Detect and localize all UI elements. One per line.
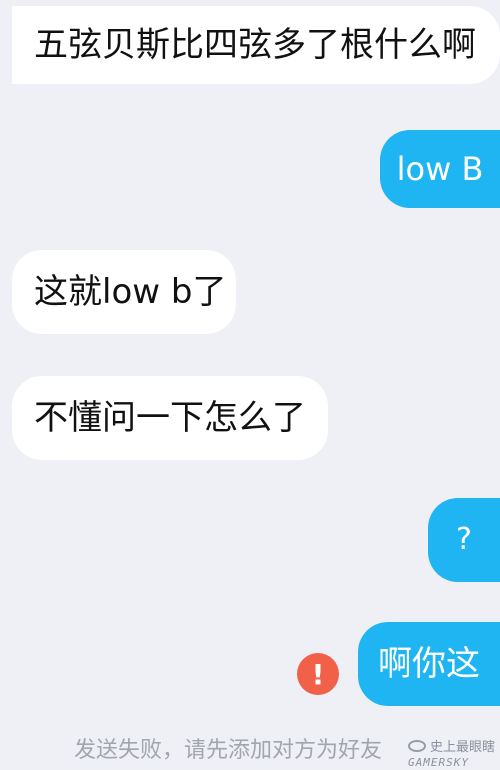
message-outgoing[interactable]: low B [380, 130, 500, 208]
wechat-logo-icon [408, 739, 426, 752]
message-outgoing[interactable]: ? [428, 498, 500, 582]
message-text: ? [456, 522, 472, 557]
watermark-line2: GAMERSKY [408, 756, 469, 769]
watermark: 史上最眼瞎 GAMERSKY [408, 736, 495, 769]
message-text: 不懂问一下怎么了 [34, 398, 306, 438]
message-text: low B [396, 150, 484, 188]
message-text: 啊你这 [378, 644, 480, 684]
message-incoming[interactable]: 不懂问一下怎么了 [12, 376, 328, 460]
watermark-line1: 史上最眼瞎 [430, 740, 496, 755]
message-incoming[interactable]: 五弦贝斯比四弦多了根什么啊 [12, 6, 500, 84]
message-text: 这就low b了 [34, 272, 227, 312]
message-text: 五弦贝斯比四弦多了根什么啊 [34, 25, 476, 65]
message-outgoing-failed[interactable]: 啊你这 [358, 622, 500, 706]
send-failed-icon[interactable]: ! [297, 653, 339, 695]
system-note: 发送失败，请先添加对方为好友 [74, 738, 383, 763]
message-incoming[interactable]: 这就low b了 [12, 250, 236, 334]
chat-area: 五弦贝斯比四弦多了根什么啊 low B 这就low b了 不懂问一下怎么了 ? … [0, 0, 500, 770]
